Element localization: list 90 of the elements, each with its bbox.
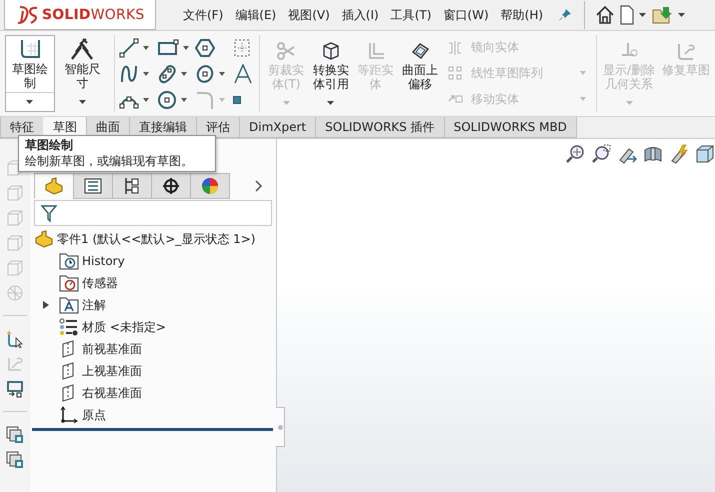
sketch-cursor-icon[interactable] — [6, 330, 24, 348]
menu-item[interactable]: 窗口(W) — [438, 4, 494, 26]
surface-icon — [410, 41, 430, 61]
pattern-icon — [447, 65, 464, 82]
menu-item[interactable]: 帮助(H) — [496, 4, 548, 26]
filter-field[interactable] — [34, 200, 272, 226]
chevron-right-icon[interactable] — [255, 180, 263, 192]
tree-item[interactable]: 注解 — [82, 296, 106, 314]
repair-icon — [676, 41, 696, 61]
menu-item[interactable]: 编辑(E) — [230, 4, 282, 26]
tree-item[interactable]: 传感器 — [82, 274, 118, 292]
layers-icon[interactable] — [6, 450, 24, 468]
rectangle-icon[interactable] — [157, 38, 180, 56]
color-wheel-icon — [201, 177, 219, 195]
sketch-icon — [18, 38, 41, 60]
ribbon-tab[interactable]: SOLIDWORKS MBD — [444, 117, 577, 138]
ribbon-button[interactable]: 曲面上偏移 — [398, 35, 442, 112]
panel-tab[interactable] — [151, 173, 191, 199]
caret-icon[interactable] — [143, 98, 150, 102]
ribbon-tab[interactable]: 评估 — [196, 117, 240, 138]
ribbon-tab[interactable]: DimXpert — [239, 117, 316, 138]
caret-icon[interactable] — [26, 100, 34, 104]
gauge-folder-icon — [59, 274, 79, 292]
zoom-to-fit-icon[interactable] — [565, 144, 585, 164]
origin-icon — [59, 406, 79, 424]
monitor-icon[interactable] — [6, 380, 24, 398]
ribbon-button[interactable]: 智能尺寸 — [58, 35, 108, 112]
polygon-icon[interactable] — [195, 38, 216, 58]
list-icon — [84, 178, 102, 194]
tree-item[interactable]: 材质 <未指定> — [82, 318, 166, 336]
line-icon[interactable] — [119, 38, 140, 58]
mirror-icon — [447, 40, 464, 56]
caret-icon[interactable] — [327, 101, 334, 106]
ribbon-button[interactable]: 草图绘制 — [5, 35, 55, 112]
tooltip-title: 草图绘制 — [25, 138, 74, 152]
caret-icon[interactable] — [639, 12, 646, 18]
caret-icon[interactable] — [183, 46, 190, 50]
cube-icon — [320, 41, 341, 61]
panel-collapse-handle[interactable] — [276, 407, 285, 447]
tree-item[interactable]: 右视基准面 — [82, 384, 142, 402]
view-cube-icon[interactable] — [695, 144, 715, 164]
tree-item[interactable]: 上视基准面 — [82, 362, 142, 380]
app-logo-text: SOLIDWORKS — [42, 6, 144, 22]
section-view-icon[interactable] — [643, 144, 663, 164]
crosshair-icon — [162, 177, 180, 195]
caret-icon[interactable] — [143, 46, 150, 50]
scissors-icon — [276, 41, 296, 61]
expand-arrow-icon[interactable] — [43, 301, 49, 309]
slot-icon[interactable] — [157, 64, 178, 84]
zoom-area-icon[interactable] — [591, 144, 611, 164]
lightning-icon[interactable] — [669, 144, 689, 164]
tree-item[interactable]: History — [82, 254, 125, 268]
filter-icon — [41, 204, 57, 222]
menu-item[interactable]: 工具(T) — [386, 4, 436, 26]
tree-item[interactable]: 前视基准面 — [82, 340, 142, 358]
part-icon — [34, 230, 54, 248]
panel-tab[interactable] — [112, 173, 152, 199]
document-icon[interactable] — [619, 5, 636, 25]
panel-tab[interactable] — [73, 173, 113, 199]
dimension-icon — [71, 38, 94, 60]
ribbon-tab[interactable]: 特征 — [0, 117, 44, 138]
caret-icon[interactable] — [78, 100, 86, 104]
part-icon — [44, 177, 64, 195]
ribbon-tab[interactable]: SOLIDWORKS 插件 — [315, 117, 445, 138]
circle-icon[interactable] — [157, 90, 178, 110]
ellipse-icon[interactable] — [195, 64, 216, 84]
configuration-icon — [124, 177, 140, 195]
material-icon — [59, 318, 79, 336]
layers-icon[interactable] — [6, 426, 24, 444]
tree-item[interactable]: 零件1 (默认<<默认>_显示状态 1>) — [57, 230, 256, 248]
caret-icon[interactable] — [143, 72, 150, 76]
construction-geometry-icon[interactable] — [233, 38, 252, 58]
folder-icon[interactable] — [652, 5, 674, 25]
caret-icon[interactable] — [181, 72, 188, 76]
history-folder-icon — [59, 252, 79, 270]
tooltip-text: 绘制新草图，或编辑现有草图。 — [25, 154, 194, 168]
logo-icon — [17, 4, 39, 24]
annotation-folder-icon — [59, 296, 79, 314]
point-icon[interactable] — [233, 96, 242, 104]
menu-item[interactable]: 插入(I) — [336, 4, 384, 26]
spline-icon[interactable] — [119, 64, 140, 84]
home-icon[interactable] — [595, 5, 616, 25]
ribbon-button[interactable]: 转换实体引用 — [309, 35, 353, 112]
menu-item[interactable]: 文件(F) — [178, 4, 228, 26]
caret-icon[interactable] — [219, 72, 226, 76]
caret-icon[interactable] — [678, 12, 686, 18]
caret-icon[interactable] — [181, 98, 188, 102]
tree-item[interactable]: 原点 — [82, 406, 106, 424]
menu-item[interactable]: 视图(V) — [283, 4, 335, 26]
pin-icon[interactable] — [558, 8, 572, 22]
